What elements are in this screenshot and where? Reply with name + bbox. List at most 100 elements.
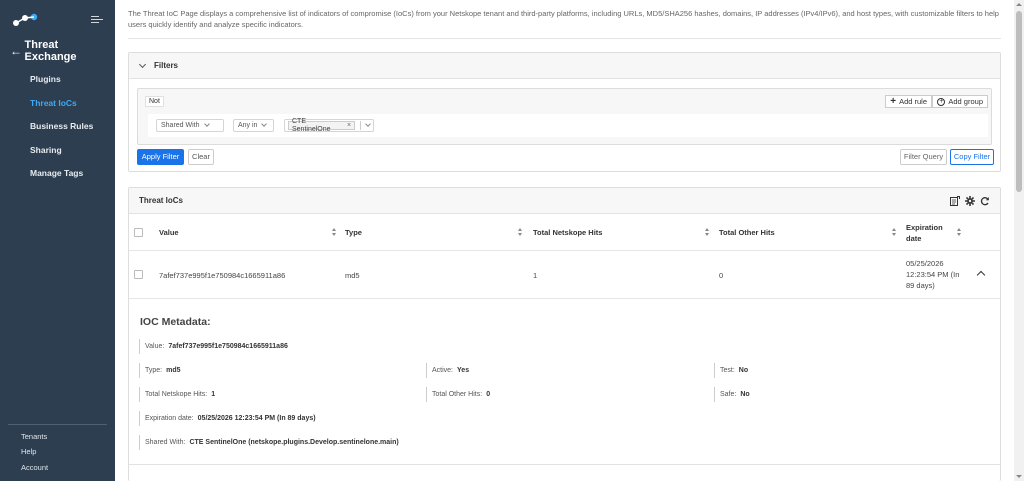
chevron-down-icon bbox=[365, 121, 371, 127]
column-other-hits[interactable]: Total Other Hits bbox=[719, 214, 899, 251]
refresh-icon[interactable] bbox=[980, 196, 990, 206]
sort-icon[interactable] bbox=[331, 228, 337, 237]
remove-tag-icon[interactable]: × bbox=[347, 122, 351, 130]
sidebar-footer: Tenants Help Account bbox=[0, 423, 115, 481]
gear-icon[interactable] bbox=[965, 195, 975, 206]
clear-button[interactable]: Clear bbox=[188, 149, 214, 165]
collapse-menu-icon[interactable] bbox=[91, 15, 103, 25]
arrow-left-icon[interactable]: ← bbox=[10, 44, 25, 58]
column-netskope-hits[interactable]: Total Netskope Hits bbox=[533, 214, 713, 251]
column-value-label: Value bbox=[159, 228, 179, 237]
add-rule-button[interactable]: + Add rule bbox=[885, 95, 932, 108]
add-group-button[interactable]: + Add group bbox=[932, 95, 988, 108]
export-icon[interactable] bbox=[950, 195, 960, 206]
meta-active-text: Yes bbox=[457, 367, 470, 374]
meta-type: Type: md5 bbox=[139, 363, 181, 378]
divider bbox=[129, 464, 1000, 465]
meta-netskope-hits: Total Netskope Hits: 1 bbox=[139, 387, 215, 402]
meta-netskope-hits-text: 1 bbox=[211, 391, 216, 398]
sidebar-item-sharing[interactable]: Sharing bbox=[0, 139, 115, 163]
column-type[interactable]: Type bbox=[345, 214, 525, 251]
selected-tag: CTE SentinelOne × bbox=[288, 118, 356, 133]
meta-type-text: md5 bbox=[166, 367, 181, 374]
value-multiselect[interactable]: CTE SentinelOne × bbox=[284, 118, 374, 133]
threat-iocs-panel: Threat IoCs Value Type Total Netskope Hi… bbox=[128, 187, 1001, 481]
meta-value: Value: 7afef737e995f1e750984c1665911a86 bbox=[139, 339, 288, 354]
sidebar-item-manage-tags[interactable]: Manage Tags bbox=[0, 162, 115, 186]
sort-icon[interactable] bbox=[891, 228, 897, 237]
column-expiration-label: Expiration date bbox=[906, 222, 943, 243]
netskope-logo-icon[interactable] bbox=[12, 13, 38, 27]
meta-test: Test: No bbox=[714, 363, 748, 378]
sidebar-item-business-rules[interactable]: Business Rules bbox=[0, 115, 115, 139]
chevron-down-icon[interactable] bbox=[139, 62, 146, 69]
scroll-up-icon[interactable] bbox=[1016, 3, 1022, 6]
back-row[interactable]: ← Threat Exchange bbox=[0, 39, 115, 63]
page-description: The Threat IoC Page displays a comprehen… bbox=[128, 9, 999, 29]
sidebar-item-help[interactable]: Help bbox=[0, 444, 115, 460]
not-toggle-button[interactable]: Not bbox=[145, 96, 164, 107]
scrollbar-thumb[interactable] bbox=[1016, 11, 1022, 192]
cell-value: 7afef737e995f1e750984c1665911a86 bbox=[159, 271, 286, 280]
header-actions bbox=[950, 195, 990, 206]
meta-expiration-text: 05/25/2026 12:23:54 PM (In 89 days) bbox=[197, 415, 316, 422]
sort-icon[interactable] bbox=[517, 228, 523, 237]
row-checkbox[interactable] bbox=[134, 270, 143, 279]
table-header: Value Type Total Netskope Hits Total Oth… bbox=[129, 214, 1000, 251]
query-builder: Not + Add rule + Add group Shared With A… bbox=[137, 88, 992, 145]
section-title: Threat Exchange bbox=[24, 39, 77, 63]
add-rule-label: Add rule bbox=[899, 97, 927, 106]
meta-netskope-hits-label: Total Netskope Hits: bbox=[145, 391, 208, 398]
sidebar-item-plugins[interactable]: Plugins bbox=[0, 68, 115, 92]
meta-shared-with: Shared With: CTE SentinelOne (netskope.pl… bbox=[139, 435, 399, 450]
cell-other-hits: 0 bbox=[719, 271, 724, 280]
operator-select[interactable]: Any in bbox=[233, 119, 274, 132]
filter-rule-row: Shared With Any in CTE SentinelOne × bbox=[148, 114, 988, 137]
sidebar-item-threat-iocs[interactable]: Threat IoCs bbox=[0, 92, 115, 116]
sidebar-item-tenants[interactable]: Tenants bbox=[0, 429, 115, 445]
add-group-label: Add group bbox=[948, 97, 983, 106]
chevron-down-icon bbox=[203, 121, 210, 127]
page-scrollbar[interactable] bbox=[1014, 0, 1024, 481]
meta-other-hits: Total Other Hits: 0 bbox=[426, 387, 490, 402]
field-select-value: Shared With bbox=[161, 122, 200, 129]
meta-expiration: Expiration date: 05/25/2026 12:23:54 PM (… bbox=[139, 411, 316, 426]
sort-icon[interactable] bbox=[704, 228, 710, 237]
sidebar-item-account[interactable]: Account bbox=[0, 460, 115, 476]
column-value[interactable]: Value bbox=[159, 214, 339, 251]
filters-header[interactable]: Filters bbox=[129, 53, 1000, 79]
meta-active: Active: Yes bbox=[426, 363, 469, 378]
scroll-down-icon[interactable] bbox=[1016, 475, 1022, 478]
selected-tag-label: CTE SentinelOne bbox=[292, 117, 331, 133]
field-select[interactable]: Shared With bbox=[156, 119, 224, 132]
filters-title: Filters bbox=[154, 61, 179, 70]
chevron-up-icon[interactable] bbox=[976, 270, 986, 280]
meta-test-text: No bbox=[738, 367, 749, 374]
meta-safe-text: No bbox=[740, 391, 750, 398]
copy-filter-button[interactable]: Copy Filter bbox=[950, 149, 994, 165]
cell-type: md5 bbox=[345, 271, 360, 280]
table-row[interactable]: 7afef737e995f1e750984c1665911a86 md5 1 0… bbox=[129, 251, 1000, 299]
meta-value-label: Value: bbox=[145, 343, 165, 350]
cell-netskope-hits: 1 bbox=[533, 271, 538, 280]
sidebar: ← Threat Exchange Plugins Threat IoCs Bu… bbox=[0, 0, 115, 481]
meta-expiration-label: Expiration date: bbox=[145, 415, 194, 422]
meta-shared-with-label: Shared With: bbox=[145, 439, 186, 446]
meta-shared-with-text: CTE SentinelOne (netskope.plugins.Develo… bbox=[189, 439, 399, 446]
chevron-down-icon bbox=[261, 121, 268, 127]
meta-value-text: 7afef737e995f1e750984c1665911a86 bbox=[168, 343, 288, 350]
column-other-hits-label: Total Other Hits bbox=[719, 228, 775, 237]
sort-icon[interactable] bbox=[956, 228, 962, 237]
column-expiration-date[interactable]: Expiration date bbox=[906, 214, 964, 251]
filter-query-button[interactable]: Filter Query bbox=[900, 149, 947, 165]
plus-icon: + bbox=[890, 95, 897, 107]
select-all-checkbox[interactable] bbox=[134, 228, 143, 237]
threat-iocs-header: Threat IoCs bbox=[129, 188, 1000, 214]
separator bbox=[360, 121, 362, 130]
cell-expiration: 05/25/2026 12:23:54 PM (In 89 days) bbox=[906, 259, 960, 290]
ioc-metadata-title: IOC Metadata: bbox=[140, 316, 211, 328]
filters-panel: Filters Not + Add rule + Add group Share… bbox=[128, 52, 1001, 172]
apply-filter-button[interactable]: Apply Filter bbox=[137, 149, 184, 165]
meta-type-label: Type: bbox=[145, 367, 163, 374]
meta-other-hits-text: 0 bbox=[486, 391, 491, 398]
